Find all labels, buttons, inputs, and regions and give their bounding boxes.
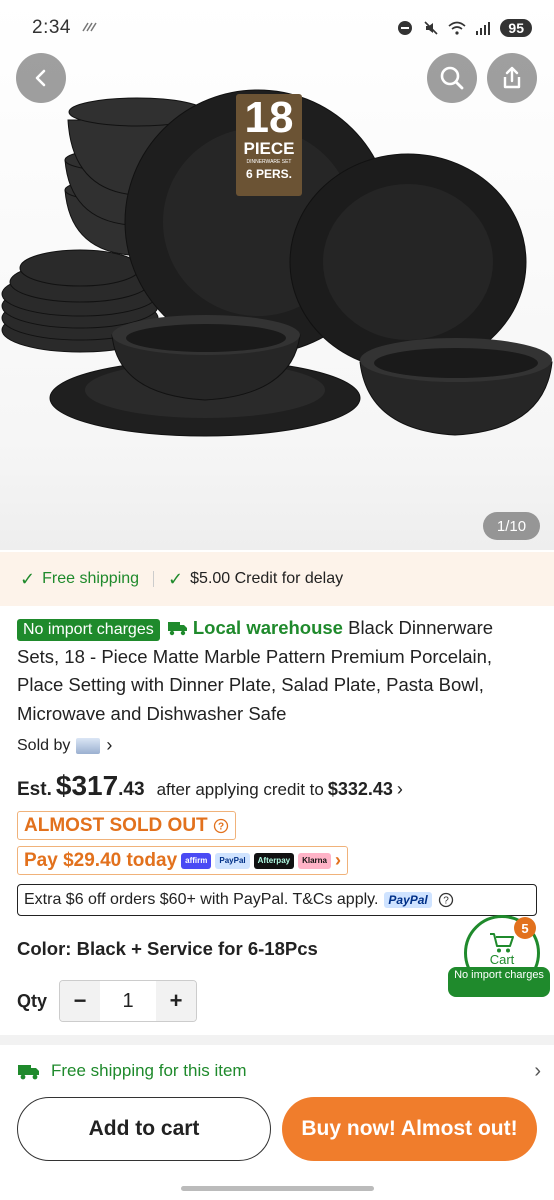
signal-icon [474, 19, 492, 37]
svg-text:?: ? [218, 821, 224, 832]
sold-by[interactable]: Sold by › [17, 735, 112, 756]
chevron-right-icon: › [335, 850, 341, 870]
signal-extra-icon [81, 21, 97, 35]
free-shipping-label: Free shipping [42, 570, 140, 587]
free-shipping-item-text: Free shipping for this item [51, 1061, 247, 1080]
credit-delay-label: $5.00 Credit for delay [190, 570, 344, 587]
free-shipping-item-row[interactable]: Free shipping for this item › [17, 1050, 541, 1092]
sold-by-label: Sold by [17, 736, 71, 754]
mute-icon [422, 19, 440, 37]
paypal-promo-text: Extra $6 off orders $60+ with PayPal. T&… [24, 891, 379, 908]
increment-button[interactable]: + [156, 981, 197, 1021]
color-option[interactable]: Color: Black + Service for 6-18Pcs [17, 938, 318, 960]
price-currency: $ [55, 770, 72, 801]
chevron-right-icon: › [396, 779, 403, 799]
truck-icon [167, 622, 187, 636]
search-button[interactable] [427, 53, 477, 103]
local-warehouse-text: Local warehouse [192, 617, 343, 638]
decrement-button[interactable]: − [60, 981, 101, 1021]
almost-sold-out-badge[interactable]: ALMOST SOLD OUT ? [17, 811, 236, 840]
pay-today-badge[interactable]: Pay $29.40 today affirm PayPal Afterpay … [17, 846, 348, 875]
seller-logo [76, 737, 101, 754]
hero-badge-word: PIECE [243, 139, 295, 158]
share-button[interactable] [487, 53, 537, 103]
truck-icon [18, 1065, 39, 1080]
paypal-promo-logo: PayPal [384, 892, 432, 908]
home-indicator[interactable] [181, 1186, 374, 1191]
dnd-icon [396, 19, 414, 37]
floating-cart[interactable]: Cart 5 No import charges [448, 915, 550, 997]
almost-sold-out-text: ALMOST SOLD OUT [24, 814, 208, 836]
section-divider [0, 1035, 554, 1045]
chevron-right-icon: › [106, 735, 113, 755]
est-label: Est. [17, 779, 52, 800]
chevron-right-icon: › [534, 1059, 541, 1082]
paypal-promo[interactable]: Extra $6 off orders $60+ with PayPal. T&… [17, 884, 537, 916]
shipping-strip[interactable]: ✓ Free shipping ✓ $5.00 Credit for delay [0, 552, 554, 606]
hero-badge-pers: 6 PERS. [245, 167, 293, 181]
cart-icon [490, 933, 514, 953]
hero-badge: 18 PIECE DINNERWARE SET 6 PERS. [236, 96, 302, 196]
chevron-left-icon [35, 69, 46, 87]
divider [153, 571, 155, 587]
cart-label: Cart [489, 952, 515, 967]
after-credit-label: after applying credit to [156, 780, 324, 799]
quantity-value[interactable]: 1 [100, 981, 156, 1021]
hero-badge-number: 18 [244, 93, 294, 142]
product-title: No import charges Local warehouse Black … [17, 614, 537, 728]
battery-indicator: 95 [500, 19, 532, 37]
svg-text:?: ? [443, 896, 449, 907]
afterpay-logo: Afterpay [253, 852, 295, 869]
status-time: 2:34 [32, 17, 71, 38]
status-bar: 2:34 95 [0, 0, 554, 56]
back-button[interactable] [16, 53, 66, 103]
share-icon [503, 66, 521, 89]
image-counter: 1/10 [483, 512, 540, 540]
add-to-cart-button[interactable]: Add to cart [17, 1097, 271, 1161]
no-import-badge: No import charges [17, 619, 160, 641]
affirm-logo: affirm [181, 852, 212, 869]
credit-price: $332.43 [327, 779, 393, 799]
cart-no-import-badge: No import charges [448, 967, 550, 997]
hero-badge-small: DINNERWARE SET [246, 159, 292, 165]
paypal-logo: PayPal [215, 852, 250, 869]
search-icon [440, 66, 464, 90]
price-whole: 317 [71, 770, 119, 801]
quantity-row: Qty − 1 + [17, 980, 198, 1022]
quantity-stepper[interactable]: − 1 + [59, 980, 198, 1022]
help-icon: ? [438, 892, 453, 908]
buy-now-button[interactable]: Buy now! Almost out! [282, 1097, 537, 1161]
klarna-logo: Klarna [298, 852, 331, 869]
check-icon: ✓ [168, 568, 184, 589]
help-icon: ? [213, 818, 228, 833]
qty-label: Qty [17, 990, 48, 1011]
price-cents: .43 [118, 779, 145, 800]
local-warehouse-label: Local warehouse [167, 617, 343, 638]
wifi-icon [448, 19, 466, 37]
check-icon: ✓ [20, 568, 36, 589]
price-row[interactable]: Est. $ 317 .43 after applying credit to … [17, 770, 403, 802]
pay-today-text: Pay $29.40 today [24, 849, 178, 871]
cart-count-badge: 5 [514, 917, 536, 939]
